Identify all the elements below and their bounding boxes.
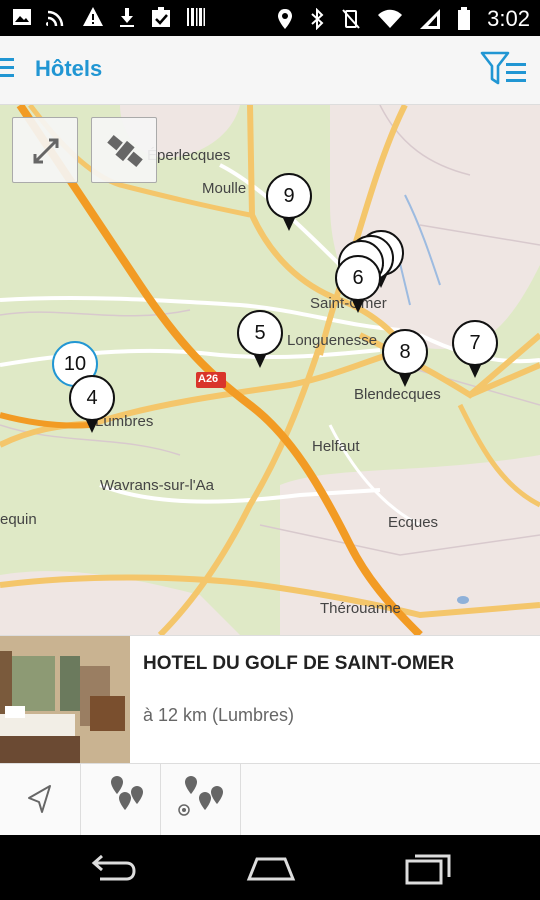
system-nav-bar — [0, 835, 540, 900]
signal-icon — [420, 9, 441, 29]
map-pin[interactable]: 6 — [335, 255, 381, 317]
hotel-photo — [0, 636, 130, 764]
status-bar: 3:02 — [0, 0, 540, 36]
navigate-button[interactable] — [0, 764, 81, 836]
vibrate-off-icon — [342, 9, 360, 29]
fullscreen-button[interactable] — [12, 117, 78, 183]
satellite-icon — [107, 134, 143, 168]
wifi-icon — [378, 9, 403, 28]
all-pins-icon — [111, 776, 143, 810]
page-title: Hôtels — [35, 56, 103, 81]
satellite-view-button[interactable] — [91, 117, 157, 183]
map-pin[interactable]: 4 — [69, 375, 115, 437]
map-view[interactable]: Éperlecques Moulle Saint-Omer Longueness… — [0, 105, 540, 635]
map-label: Longuenesse — [287, 332, 378, 349]
home-icon[interactable] — [245, 853, 297, 883]
map-label: Ecques — [388, 514, 439, 531]
barcode-icon — [187, 8, 205, 26]
cast-icon — [46, 10, 64, 27]
bluetooth-icon — [311, 8, 324, 30]
status-time: 3:02 — [487, 6, 530, 31]
hotel-distance: à 12 km (Lumbres) — [143, 705, 295, 725]
map-label: Moulle — [202, 180, 247, 197]
map-toolbar — [0, 763, 540, 836]
recent-apps-icon[interactable] — [405, 851, 453, 885]
map-label: equin — [0, 511, 37, 528]
battery-icon — [458, 7, 471, 30]
back-icon[interactable] — [88, 853, 138, 883]
warning-icon — [83, 7, 103, 26]
hotel-name: HOTEL DU GOLF DE SAINT-OMER — [143, 653, 455, 674]
image-icon — [13, 9, 31, 25]
nearby-pins-icon — [178, 776, 223, 816]
nearby-pins-button[interactable] — [160, 764, 241, 836]
map-pin[interactable]: 7 — [452, 320, 498, 382]
menu-icon[interactable] — [0, 58, 16, 82]
filter-list-icon[interactable] — [480, 50, 528, 88]
navigate-icon — [28, 785, 51, 813]
map-pin[interactable]: 9 — [266, 173, 312, 235]
map-label: Thérouanne — [320, 600, 401, 617]
hotel-card[interactable]: HOTEL DU GOLF DE SAINT-OMER à 12 km (Lum… — [0, 635, 540, 764]
clipboard-check-icon — [152, 7, 170, 27]
map-label: Wavrans-sur-l'Aa — [100, 477, 214, 494]
map-label: Helfaut — [312, 438, 360, 455]
location-icon — [278, 9, 293, 29]
map-pin[interactable]: 5 — [237, 310, 283, 372]
download-icon — [120, 8, 134, 27]
map-pin[interactable]: 8 — [382, 329, 428, 391]
expand-icon — [33, 138, 59, 164]
map-label: Éperlecques — [147, 147, 231, 164]
show-all-pins-button[interactable] — [80, 764, 161, 836]
road-shield-label: A26 — [198, 373, 219, 385]
app-bar: Hôtels — [0, 36, 540, 105]
